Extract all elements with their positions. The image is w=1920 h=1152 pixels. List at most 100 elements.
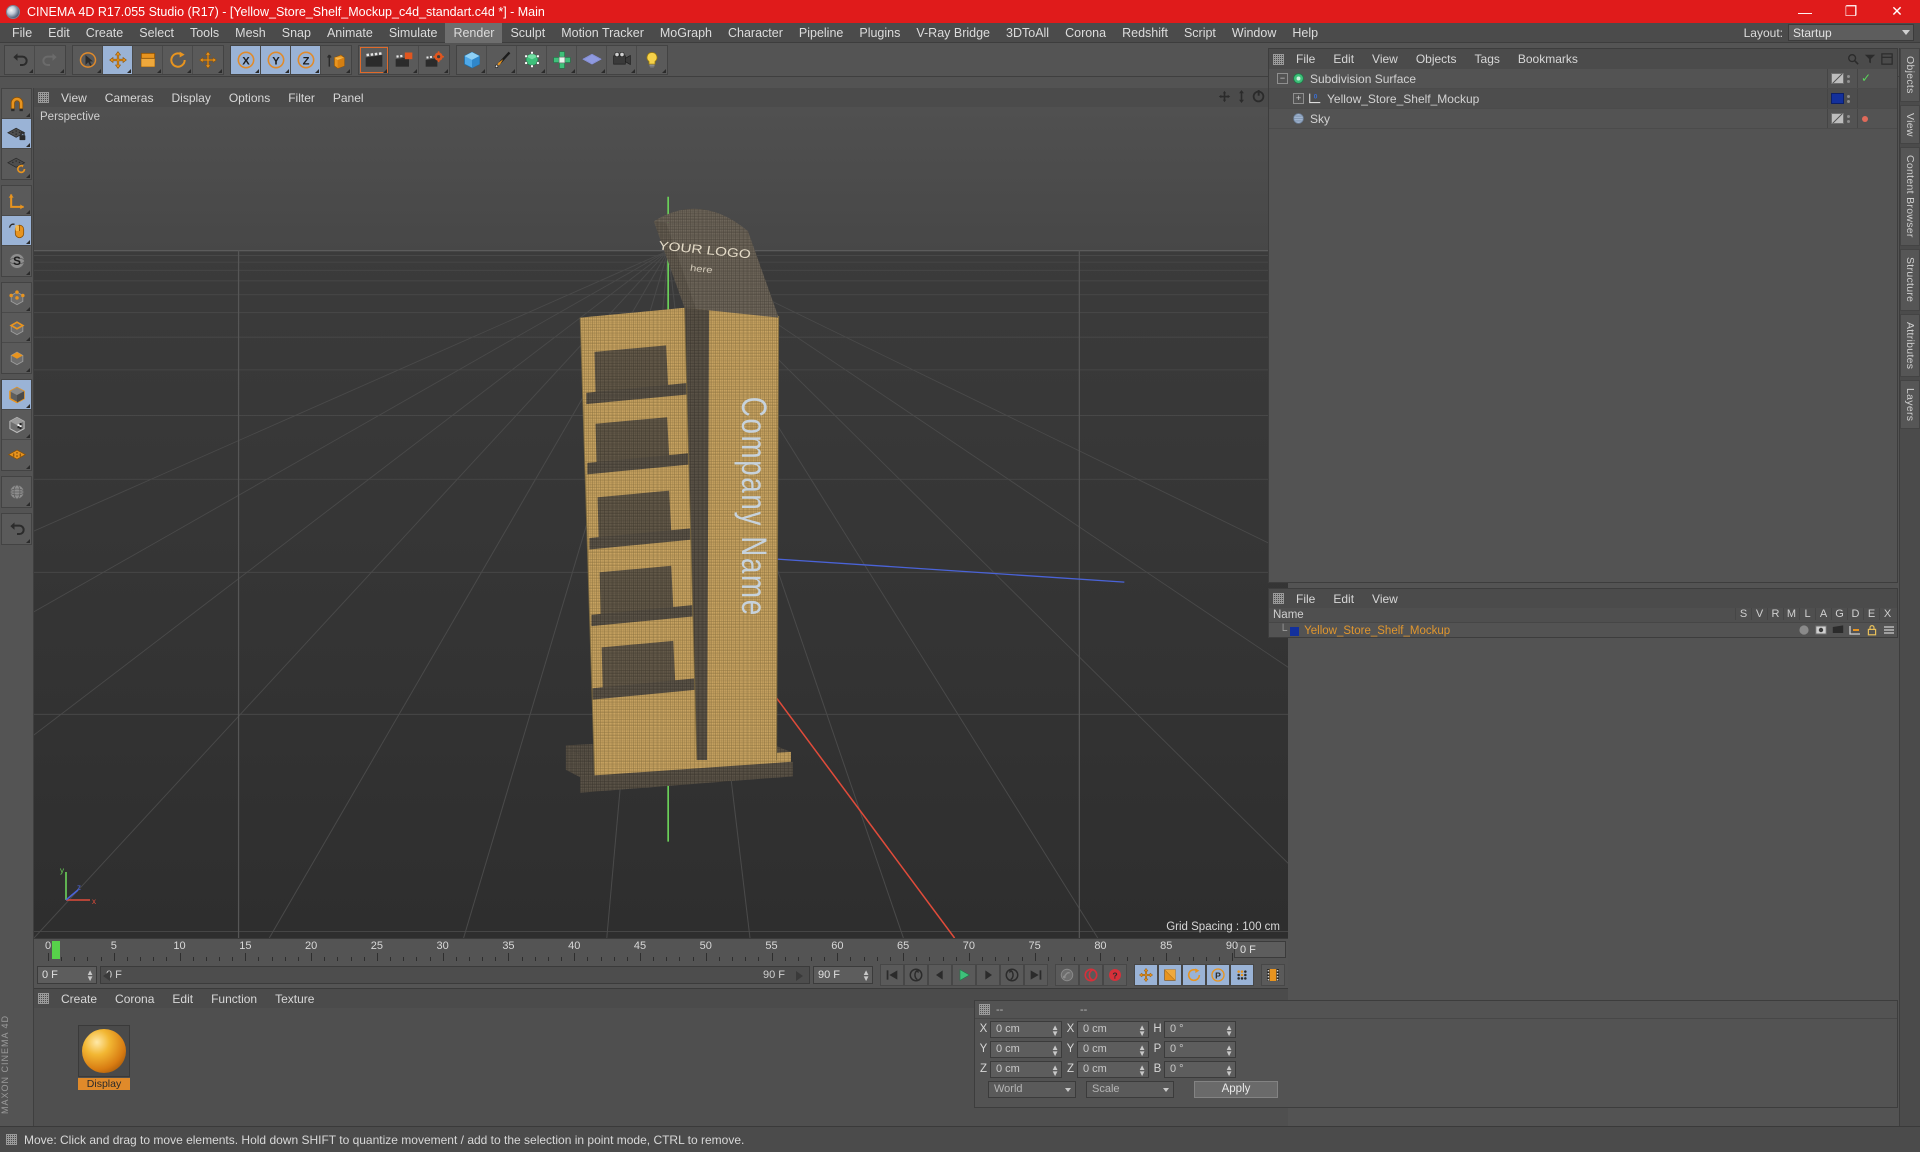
generators-button[interactable]: [517, 46, 547, 74]
record-active-objects-button[interactable]: [1079, 964, 1103, 986]
undo-view-button[interactable]: [2, 514, 31, 544]
menu-item-script[interactable]: Script: [1176, 23, 1224, 43]
spinner-icon[interactable]: ▲▼: [1051, 1065, 1059, 1077]
tool-expand-corner-icon[interactable]: [285, 69, 289, 73]
menu-item-character[interactable]: Character: [720, 23, 791, 43]
points-mode-button[interactable]: [2, 283, 31, 313]
tag-icon[interactable]: [1831, 113, 1844, 124]
timeline-filmstrip-button[interactable]: [1261, 964, 1285, 986]
object-row[interactable]: +0Yellow_Store_Shelf_Mockup: [1269, 89, 1897, 109]
material-list-row[interactable]: └ Yellow_Store_Shelf_Mockup: [1269, 623, 1897, 639]
viewport-solo-button[interactable]: [2, 216, 31, 246]
tool-expand-corner-icon[interactable]: [60, 69, 64, 73]
tool-expand-corner-icon[interactable]: [26, 210, 30, 214]
menu-item-simulate[interactable]: Simulate: [381, 23, 446, 43]
tool-expand-corner-icon[interactable]: [481, 69, 485, 73]
close-button[interactable]: ✕: [1874, 0, 1920, 23]
size-y-field[interactable]: 0 cm▲▼: [1077, 1041, 1149, 1058]
menu-item-motion-tracker[interactable]: Motion Tracker: [553, 23, 652, 43]
viewport-menu-grip-icon[interactable]: [38, 92, 49, 103]
step-back-button[interactable]: [928, 964, 952, 986]
tool-expand-corner-icon[interactable]: [97, 69, 101, 73]
edges-mode-button[interactable]: [2, 313, 31, 343]
tool-expand-corner-icon[interactable]: [218, 69, 222, 73]
tool-expand-corner-icon[interactable]: [571, 69, 575, 73]
column-header-d[interactable]: D: [1847, 608, 1863, 620]
spinner-icon[interactable]: ▲▼: [1138, 1045, 1146, 1057]
tool-expand-corner-icon[interactable]: [631, 69, 635, 73]
object-axis-button[interactable]: [2, 186, 31, 216]
tool-expand-corner-icon[interactable]: [383, 69, 387, 73]
rotate-view-icon[interactable]: [1252, 90, 1265, 103]
tree-expander-button[interactable]: +: [1293, 93, 1304, 104]
menu-item-corona[interactable]: Corona: [1057, 23, 1114, 43]
tool-expand-corner-icon[interactable]: [444, 69, 448, 73]
render-icon[interactable]: [1832, 624, 1844, 636]
material-list-menu-file[interactable]: File: [1287, 591, 1324, 607]
tool-expand-corner-icon[interactable]: [315, 69, 319, 73]
scale-key-button[interactable]: [1158, 964, 1182, 986]
enable-axis-button[interactable]: S: [2, 246, 31, 276]
viewport-menu-panel[interactable]: Panel: [324, 90, 373, 106]
tool-expand-corner-icon[interactable]: [662, 69, 666, 73]
position-x-field[interactable]: 0 cm▲▼: [990, 1021, 1062, 1038]
position-y-field[interactable]: 0 cm▲▼: [990, 1041, 1062, 1058]
render-settings-button[interactable]: [419, 46, 449, 74]
timeline-start-handle-icon[interactable]: [103, 971, 110, 981]
material-menu-texture[interactable]: Texture: [266, 991, 323, 1007]
layer-icon[interactable]: [1883, 624, 1895, 636]
material-list-menu-edit[interactable]: Edit: [1324, 591, 1363, 607]
lock-y-axis[interactable]: Y: [261, 46, 291, 74]
rotation-key-button[interactable]: [1182, 964, 1206, 986]
move-tool[interactable]: [103, 46, 133, 74]
column-header-s[interactable]: S: [1735, 608, 1751, 620]
add-spline-button[interactable]: [487, 46, 517, 74]
scale-tool[interactable]: [133, 46, 163, 74]
spinner-icon[interactable]: ▲▼: [1225, 1065, 1233, 1077]
menu-item-3dtoall[interactable]: 3DToAll: [998, 23, 1057, 43]
tool-expand-corner-icon[interactable]: [26, 307, 30, 311]
menu-item-mesh[interactable]: Mesh: [227, 23, 274, 43]
spinner-icon[interactable]: ▲▼: [1225, 1025, 1233, 1037]
column-header-m[interactable]: M: [1783, 608, 1799, 620]
menu-item-animate[interactable]: Animate: [319, 23, 381, 43]
vertical-tab-content-browser[interactable]: Content Browser: [1900, 147, 1920, 246]
move-alt-tool[interactable]: [193, 46, 223, 74]
menu-item-window[interactable]: Window: [1224, 23, 1284, 43]
keyframe-selection-button[interactable]: ?: [1103, 964, 1127, 986]
column-header-e[interactable]: E: [1863, 608, 1879, 620]
rotation-p-field[interactable]: 0 °▲▼: [1164, 1041, 1236, 1058]
material-name-label[interactable]: Display: [78, 1078, 130, 1090]
menu-item-tools[interactable]: Tools: [182, 23, 227, 43]
menu-item-create[interactable]: Create: [78, 23, 132, 43]
tool-expand-corner-icon[interactable]: [26, 337, 30, 341]
timeline-end-field[interactable]: 90 F▲▼: [813, 966, 873, 984]
object-visibility-dots[interactable]: [1847, 115, 1850, 123]
tool-expand-corner-icon[interactable]: [26, 143, 30, 147]
coordinate-system-dropdown[interactable]: World: [988, 1081, 1076, 1098]
layout-dropdown[interactable]: Startup: [1788, 24, 1914, 41]
tool-expand-corner-icon[interactable]: [346, 69, 350, 73]
polygons-mode-button[interactable]: [2, 343, 31, 373]
visible-icon[interactable]: [1815, 624, 1827, 636]
tree-expander-button[interactable]: −: [1277, 73, 1288, 84]
enabled-check-icon[interactable]: ✓: [1861, 71, 1871, 85]
minimize-button[interactable]: —: [1782, 0, 1828, 23]
material-list-menu-view[interactable]: View: [1363, 591, 1407, 607]
tool-expand-corner-icon[interactable]: [26, 404, 30, 408]
rotation-b-field[interactable]: 0 °▲▼: [1164, 1061, 1236, 1078]
object-row[interactable]: Sky: [1269, 109, 1897, 129]
material-list-grip-icon[interactable]: [1273, 593, 1284, 604]
tool-expand-corner-icon[interactable]: [413, 69, 417, 73]
manager-icon[interactable]: [1849, 624, 1861, 636]
spinner-icon[interactable]: ▲▼: [1225, 1045, 1233, 1057]
viewport-3d-canvas[interactable]: YOUR LOGO here Company Name Perspective …: [34, 107, 1288, 938]
material-preview-thumbnail[interactable]: [78, 1025, 130, 1077]
object-visibility-dots[interactable]: [1847, 95, 1850, 103]
position-key-button[interactable]: [1134, 964, 1158, 986]
object-menu-bookmarks[interactable]: Bookmarks: [1509, 51, 1587, 67]
object-menu-grip-icon[interactable]: [1273, 54, 1284, 65]
menu-item-render[interactable]: Render: [445, 23, 502, 43]
material-menu-grip-icon[interactable]: [38, 993, 49, 1004]
texture-mode-button[interactable]: [2, 410, 31, 440]
